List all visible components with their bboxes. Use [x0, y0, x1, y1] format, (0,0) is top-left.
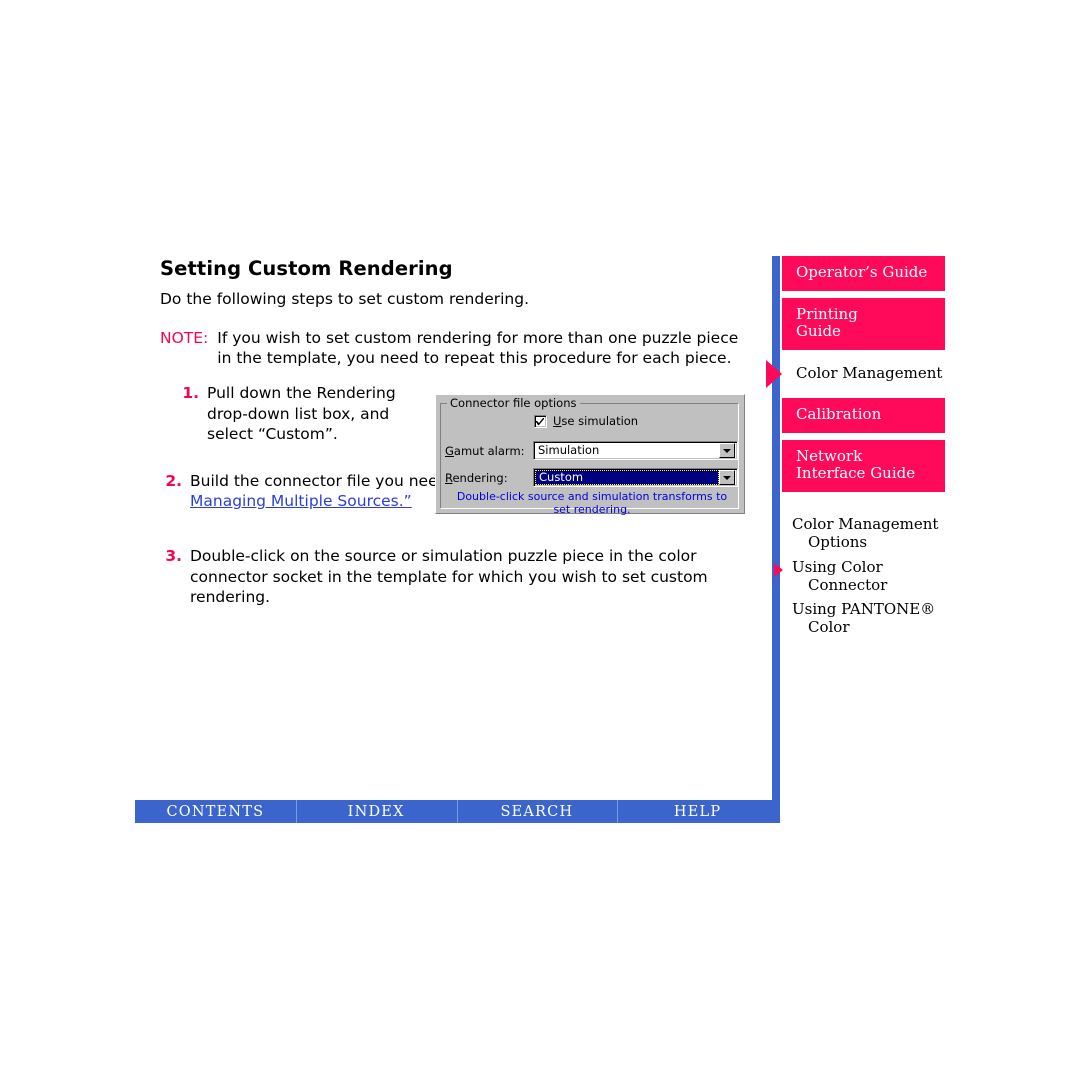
sidebar-item-printing-guide-line2: Guide [796, 322, 841, 341]
subtopic-using-color-connector[interactable]: Using Color Connector [774, 557, 960, 595]
sidebar-item-operators-guide[interactable]: Operator’s Guide [782, 256, 945, 291]
step-3-text: Double-click on the source or simulation… [190, 547, 708, 607]
sidebar-item-color-management[interactable]: Color Management [766, 356, 945, 392]
bottom-nav-bar: CONTENTS INDEX SEARCH HELP [135, 800, 778, 823]
sidebar-gap-4 [782, 433, 945, 440]
gamut-alarm-row: Gamut alarm: Simulation [445, 441, 738, 460]
use-simulation-row: Use simulation [534, 414, 638, 428]
current-section-arrow-icon [766, 359, 782, 388]
sidebar-item-network-interface-guide-line1: Network [796, 446, 863, 465]
note-label: NOTE: [160, 328, 209, 347]
subtopic-color-management-options-line2: Options [808, 533, 868, 552]
rendering-selection-highlight: Custom [535, 470, 719, 485]
sidebar-gap-3 [782, 391, 945, 398]
use-simulation-label: Use simulation [553, 414, 639, 428]
rendering-dropdown-arrow-icon[interactable] [719, 470, 735, 485]
step-3: 3. Double-click on the source or simulat… [160, 546, 750, 608]
sidebar-vertical-rule [772, 256, 780, 823]
gamut-alarm-value: Simulation [538, 443, 600, 457]
sidebar-subtopics: Color Management Options Using Color Con… [774, 515, 960, 643]
subtopic-color-management-options-line1: Color Management [792, 515, 939, 533]
rendering-combobox[interactable]: Custom [533, 468, 738, 487]
sidebar-item-calibration[interactable]: Calibration [782, 398, 945, 433]
nav-index-button[interactable]: INDEX [295, 800, 457, 823]
gamut-alarm-label-rest: amut alarm: [453, 443, 525, 458]
sidebar-gap-2 [782, 350, 945, 357]
current-subtopic-arrow-icon [774, 562, 783, 577]
sidebar-item-network-interface-guide[interactable]: Network Interface Guide [782, 439, 945, 492]
sidebar-item-printing-guide[interactable]: Printing Guide [782, 297, 945, 350]
sidebar-item-color-management-label: Color Management [796, 363, 943, 382]
use-simulation-label-rest: se simulation [561, 414, 639, 428]
subtopic-using-color-connector-line2: Connector [808, 575, 888, 594]
sidebar-gap-1 [782, 291, 945, 298]
step-1-text: Pull down the Rendering drop-down list b… [207, 384, 396, 444]
step-3-number: 3. [165, 547, 182, 566]
rendering-label-rest: endering: [452, 470, 508, 485]
connector-file-options-dialog: Connector file options Use simulation Ga… [435, 394, 745, 516]
sidebar-item-network-interface-guide-line2: Interface Guide [796, 464, 916, 483]
nav-search-button[interactable]: SEARCH [456, 800, 618, 823]
gamut-alarm-label: Gamut alarm: [445, 443, 525, 458]
gamut-alarm-dropdown-arrow-icon[interactable] [719, 443, 735, 458]
use-simulation-checkbox[interactable] [534, 414, 547, 428]
subtopic-using-color-connector-line1: Using Color [792, 557, 883, 576]
subtopic-using-pantone-color[interactable]: Using PANTONE® Color [790, 600, 960, 637]
subtopic-using-pantone-color-line2: Color [808, 618, 850, 637]
checkmark-icon [536, 417, 544, 425]
subtopic-using-pantone-color-line1: Using PANTONE® [792, 600, 936, 619]
gamut-alarm-combobox[interactable]: Simulation [533, 441, 738, 460]
note-text: If you wish to set custom rendering for … [217, 328, 739, 368]
page-title: Setting Custom Rendering [160, 257, 453, 280]
rendering-value: Custom [539, 470, 584, 484]
sidebar-nav: Operator’s Guide Printing Guide Color Ma… [766, 256, 945, 492]
step-1-number: 1. [182, 384, 199, 403]
groupbox-title: Connector file options [447, 396, 580, 410]
rendering-row: Rendering: Custom [445, 468, 738, 487]
subtopic-color-management-options[interactable]: Color Management Options [790, 515, 960, 552]
intro-paragraph: Do the following steps to set custom ren… [160, 290, 529, 309]
rendering-label: Rendering: [445, 470, 508, 485]
note-block: NOTE: If you wish to set custom renderin… [160, 328, 750, 369]
document-page: Setting Custom Rendering Do the followin… [0, 0, 1080, 1080]
sidebar-item-printing-guide-line1: Printing [796, 304, 858, 323]
step-2-number: 2. [165, 471, 182, 490]
nav-help-button[interactable]: HELP [617, 800, 778, 823]
nav-contents-button[interactable]: CONTENTS [135, 800, 296, 823]
dialog-hint-text: Double-click source and simulation trans… [456, 490, 728, 516]
